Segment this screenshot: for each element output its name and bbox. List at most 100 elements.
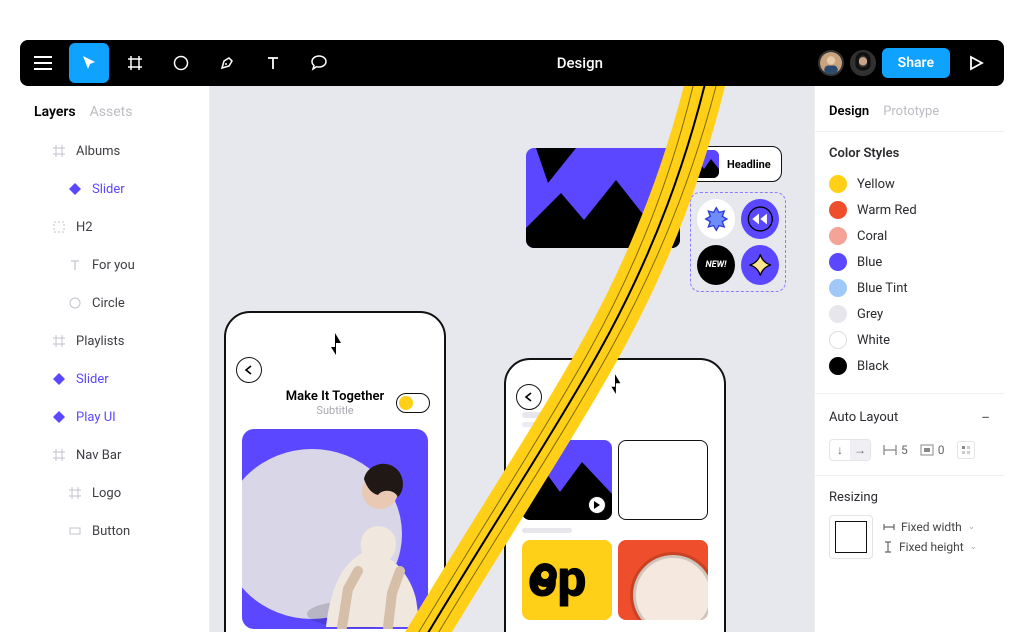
playlist-tile-a[interactable]	[522, 440, 612, 520]
gap-field[interactable]: 5	[883, 443, 908, 457]
layer-playlists[interactable]: Playlists	[20, 322, 209, 360]
canvas-artwork-card[interactable]	[526, 148, 680, 248]
design-canvas[interactable]: Headline NEW! Make It	[210, 86, 814, 632]
document-title[interactable]: Design	[342, 54, 818, 72]
playlist-tile-b[interactable]	[618, 440, 708, 520]
playlist-tile-c[interactable]: op	[522, 540, 612, 620]
layer-label: For you	[92, 258, 135, 273]
pen-tool[interactable]	[207, 43, 247, 83]
present-button[interactable]	[956, 55, 996, 71]
comment-tool[interactable]	[299, 43, 339, 83]
resizing-preview[interactable]	[829, 515, 873, 559]
fixed-height-icon	[883, 541, 893, 553]
cursor-icon	[80, 54, 98, 72]
layer-navbar[interactable]: Nav Bar	[20, 436, 209, 474]
comment-icon	[309, 53, 329, 73]
back-button[interactable]	[516, 384, 542, 410]
color-style-black[interactable]: Black	[829, 353, 990, 379]
direction-toggle[interactable]: ↓ →	[829, 439, 871, 461]
toggle-switch[interactable]	[396, 393, 430, 413]
back-button[interactable]	[236, 357, 262, 383]
text-icon	[264, 54, 282, 72]
layer-albums[interactable]: Albums	[20, 132, 209, 170]
color-style-bluetint[interactable]: Blue Tint	[829, 275, 990, 301]
color-style-white[interactable]: White	[829, 327, 990, 353]
headline-thumb	[691, 150, 719, 178]
app-logo	[325, 333, 345, 361]
phone-mockup-b[interactable]: op	[504, 358, 726, 632]
play-icon	[968, 55, 984, 71]
padding-field[interactable]: 0	[920, 443, 945, 457]
frame-tool[interactable]	[115, 43, 155, 83]
tab-layers[interactable]: Layers	[34, 104, 76, 120]
width-mode[interactable]: Fixed width ⌄	[883, 520, 977, 534]
color-style-grey[interactable]: Grey	[829, 301, 990, 327]
playlist-tile-d[interactable]	[618, 540, 708, 620]
frame-icon	[52, 144, 66, 158]
color-label: Grey	[857, 307, 883, 322]
layer-foryou[interactable]: For you	[20, 246, 209, 284]
color-style-yellow[interactable]: Yellow	[829, 171, 990, 197]
layers-panel: Layers Assets Albums Slider H2 For you C…	[20, 86, 210, 632]
tab-assets[interactable]: Assets	[90, 104, 133, 120]
mode-label: Fixed height	[899, 540, 964, 554]
frame-icon	[126, 54, 144, 72]
badge-set[interactable]: NEW!	[690, 192, 786, 292]
app-logo	[606, 374, 624, 400]
badge-new[interactable]: NEW!	[697, 245, 735, 285]
align-icon	[961, 445, 971, 455]
color-style-blue[interactable]: Blue	[829, 249, 990, 275]
layer-slider-2[interactable]: Slider	[20, 360, 209, 398]
layer-slider-1[interactable]: Slider	[20, 170, 209, 208]
badge-rewind[interactable]	[741, 199, 779, 239]
arrow-down-icon: ↓	[830, 440, 850, 460]
layer-label: Slider	[92, 182, 125, 197]
move-tool[interactable]	[69, 43, 109, 83]
headline-label: Headline	[727, 158, 771, 171]
remove-autolayout-button[interactable]: −	[981, 408, 990, 427]
skeleton-line	[522, 422, 552, 427]
layer-circle[interactable]: Circle	[20, 284, 209, 322]
hamburger-icon	[34, 56, 52, 70]
color-style-warmred[interactable]: Warm Red	[829, 197, 990, 223]
component-icon	[68, 182, 82, 196]
tab-prototype[interactable]: Prototype	[883, 104, 939, 119]
layer-label: Slider	[76, 372, 109, 387]
skeleton-line	[522, 528, 572, 533]
color-label: Blue Tint	[857, 281, 908, 296]
rect-icon	[68, 524, 82, 538]
component-icon	[52, 410, 66, 424]
section-title: Color Styles	[829, 146, 990, 161]
shape-tool[interactable]	[161, 43, 201, 83]
collaborator-avatar-1[interactable]	[818, 50, 844, 76]
color-style-coral[interactable]: Coral	[829, 223, 990, 249]
share-button[interactable]: Share	[882, 48, 950, 78]
alignment-control[interactable]	[957, 441, 975, 459]
circle-icon	[68, 296, 82, 310]
play-icon	[593, 501, 601, 509]
badge-sparkle[interactable]	[741, 245, 779, 285]
layer-label: Circle	[92, 296, 125, 311]
layer-label: H2	[76, 220, 93, 235]
fixed-width-icon	[883, 522, 895, 532]
layer-playui[interactable]: Play UI	[20, 398, 209, 436]
play-badge[interactable]	[588, 496, 606, 514]
frame-dashed-icon	[52, 220, 66, 234]
layer-logo[interactable]: Logo	[20, 474, 209, 512]
phone-mockup-a[interactable]: Make It Together Subtitle	[224, 311, 446, 632]
layer-label: Playlists	[76, 334, 124, 349]
layer-h2[interactable]: H2	[20, 208, 209, 246]
headline-component[interactable]: Headline	[686, 146, 782, 182]
layer-label: Play UI	[76, 410, 116, 425]
collaborator-avatar-2[interactable]	[850, 50, 876, 76]
badge-star[interactable]	[697, 199, 735, 239]
layer-button[interactable]: Button	[20, 512, 209, 550]
text-tool[interactable]	[253, 43, 293, 83]
layer-label: Nav Bar	[76, 448, 121, 463]
frame-icon	[68, 486, 82, 500]
menu-button[interactable]	[23, 43, 63, 83]
tab-design[interactable]: Design	[829, 104, 869, 119]
op-artwork-icon: op	[522, 540, 612, 620]
circle-icon	[172, 54, 190, 72]
height-mode[interactable]: Fixed height ⌄	[883, 540, 977, 554]
